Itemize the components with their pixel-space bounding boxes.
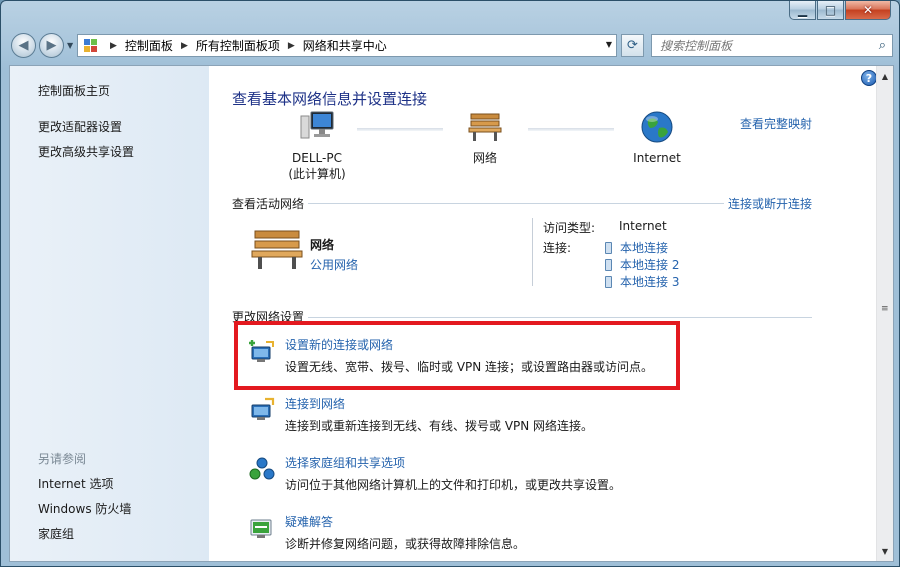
connect-disconnect-link[interactable]: 连接或断开连接	[724, 195, 813, 212]
navigation-bar: ◀ ▶ ▼ ▶ 控制面板 ▶ 所有控制面板项 ▶ 网络和共享中心 ▼ ⟳ ⌕	[1, 29, 899, 63]
connection-label: 本地连接 3	[620, 275, 680, 289]
minimize-icon: ▁	[797, 3, 808, 17]
highlight-box	[234, 321, 680, 390]
connection-label: 本地连接 2	[620, 258, 680, 272]
bench-icon	[468, 113, 502, 141]
breadcrumb-arrow-icon[interactable]: ▶	[288, 41, 295, 51]
troubleshoot-icon	[250, 519, 272, 538]
refresh-icon: ⟳	[627, 38, 638, 53]
close-button[interactable]: ✕	[845, 1, 891, 20]
network-plug-icon	[605, 275, 612, 288]
forward-arrow-icon: ▶	[46, 38, 57, 53]
connect-network-icon	[251, 397, 275, 420]
troubleshoot-desc: 诊断并修复网络问题，或获得故障排除信息。	[285, 537, 526, 551]
internet-label: Internet	[633, 151, 681, 165]
troubleshoot-link[interactable]: 疑难解答	[285, 513, 333, 530]
connect-network-desc: 连接到或重新连接到无线、有线、拨号或 VPN 网络连接。	[285, 419, 594, 433]
scroll-grip-icon[interactable]: ≡	[881, 304, 888, 314]
address-bar[interactable]: ▶ 控制面板 ▶ 所有控制面板项 ▶ 网络和共享中心 ▼	[77, 34, 617, 57]
bench-icon	[251, 230, 303, 269]
homegroup-icon	[249, 457, 275, 480]
computer-node: DELL-PC (此计算机)	[269, 110, 365, 182]
access-type-label: 访问类型:	[543, 221, 596, 235]
maximize-icon: □	[824, 3, 837, 17]
connection-link-2[interactable]: 本地连接 2	[605, 256, 679, 273]
sidebar-item-advanced-sharing[interactable]: 更改高级共享设置	[38, 143, 134, 160]
connect-network-link[interactable]: 连接到网络	[285, 395, 345, 412]
search-icon[interactable]: ⌕	[879, 38, 886, 53]
active-network-name: 网络	[310, 238, 335, 252]
view-full-map-link[interactable]: 查看完整映射	[740, 115, 812, 132]
close-icon: ✕	[862, 3, 874, 17]
connection-label: 本地连接	[620, 241, 669, 255]
refresh-button[interactable]: ⟳	[621, 34, 644, 57]
computer-name: DELL-PC	[292, 151, 342, 165]
sidebar: 控制面板主页 更改适配器设置 更改高级共享设置 另请参阅 Internet 选项…	[10, 66, 209, 561]
breadcrumb-arrow-icon[interactable]: ▶	[110, 41, 117, 51]
scroll-up-icon[interactable]: ▲	[877, 68, 893, 84]
minimize-button[interactable]: ▁	[789, 1, 816, 20]
network-plug-icon	[605, 241, 612, 254]
scroll-down-icon[interactable]: ▼	[877, 543, 893, 559]
maximize-button[interactable]: □	[817, 1, 844, 20]
breadcrumb-control-panel[interactable]: 控制面板	[125, 37, 173, 54]
homegroup-sharing-link[interactable]: 选择家庭组和共享选项	[285, 454, 405, 471]
see-also-heading: 另请参阅	[38, 452, 87, 466]
active-networks-heading: 查看活动网络	[232, 195, 309, 212]
section-divider	[232, 317, 812, 318]
sidebar-item-windows-firewall[interactable]: Windows 防火墙	[38, 500, 131, 517]
connections-label: 连接:	[543, 241, 572, 255]
network-label: 网络	[472, 151, 497, 165]
back-button[interactable]: ◀	[11, 33, 36, 58]
window: ▁ □ ✕ ◀ ▶ ▼ ▶ 控制面板 ▶ 所有控制面板项 ▶ 网络和共享中心 ▼…	[0, 0, 900, 567]
caption-buttons: ▁ □ ✕	[789, 1, 891, 20]
network-plug-icon	[605, 258, 612, 271]
vertical-scrollbar[interactable]: ▲ ≡ ▼	[876, 66, 893, 561]
map-link-line	[357, 128, 443, 131]
page-title: 查看基本网络信息并设置连接	[232, 90, 428, 108]
breadcrumb-all-items[interactable]: 所有控制面板项	[196, 37, 280, 54]
globe-icon	[641, 111, 673, 143]
connection-link-3[interactable]: 本地连接 3	[605, 273, 679, 290]
back-arrow-icon: ◀	[18, 38, 29, 53]
main-panel: 查看基本网络信息并设置连接 DELL-PC (此计算机) 网络 Internet…	[209, 66, 877, 561]
search-input[interactable]	[660, 38, 860, 53]
control-panel-icon	[84, 38, 98, 53]
homegroup-sharing-desc: 访问位于其他网络计算机上的文件和打印机，或更改共享设置。	[285, 478, 622, 492]
network-node[interactable]: 网络	[455, 110, 515, 166]
breadcrumb-arrow-icon[interactable]: ▶	[181, 41, 188, 51]
computer-icon	[300, 111, 334, 139]
network-type-link[interactable]: 公用网络	[310, 256, 358, 273]
search-box: ⌕	[651, 34, 893, 57]
internet-node[interactable]: Internet	[619, 110, 695, 166]
vertical-divider	[532, 218, 533, 286]
address-dropdown-icon[interactable]: ▼	[606, 40, 612, 49]
sidebar-item-adapter-settings[interactable]: 更改适配器设置	[38, 118, 122, 135]
access-type-value: Internet	[619, 219, 667, 233]
connection-link-1[interactable]: 本地连接	[605, 239, 668, 256]
computer-subtitle: (此计算机)	[288, 167, 346, 181]
sidebar-item-internet-options[interactable]: Internet 选项	[38, 475, 113, 492]
forward-button[interactable]: ▶	[39, 33, 64, 58]
recent-pages-dropdown-icon[interactable]: ▼	[67, 41, 73, 50]
help-icon[interactable]: ?	[861, 70, 877, 86]
content-area: 控制面板主页 更改适配器设置 更改高级共享设置 另请参阅 Internet 选项…	[9, 65, 894, 562]
sidebar-item-control-panel-home[interactable]: 控制面板主页	[38, 82, 110, 99]
map-link-line	[528, 128, 614, 131]
breadcrumb-network-center[interactable]: 网络和共享中心	[303, 37, 387, 54]
sidebar-item-homegroup[interactable]: 家庭组	[38, 525, 74, 542]
